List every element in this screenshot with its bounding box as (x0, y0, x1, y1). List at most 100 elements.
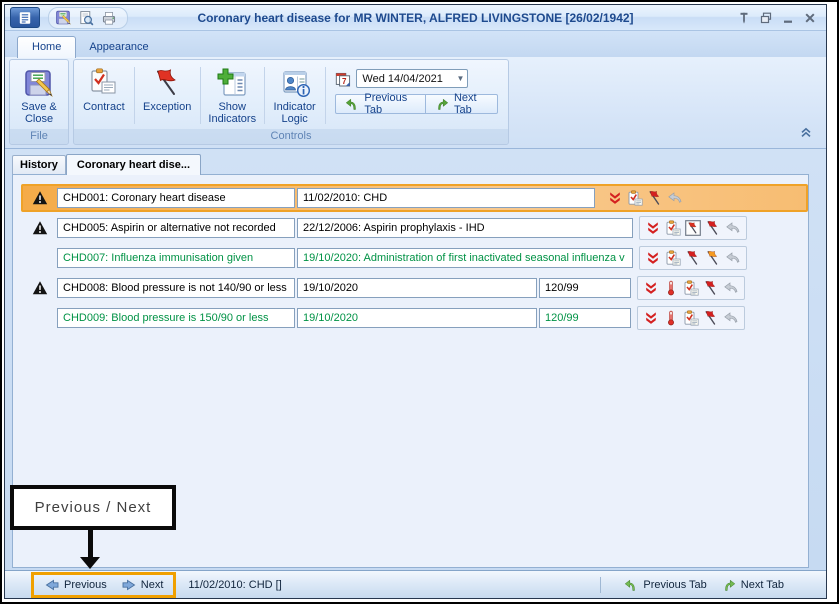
expand-chevrons-icon[interactable] (607, 190, 623, 206)
next-tab-button[interactable]: Next Tab (425, 94, 498, 114)
annotation-arrow (88, 530, 93, 558)
copy-notes-icon[interactable] (683, 310, 699, 326)
tab-history[interactable]: History (12, 155, 66, 174)
window-title: Coronary heart disease for MR WINTER, AL… (125, 11, 706, 25)
indicator-logic-label: Indicator Logic (268, 101, 322, 125)
expand-chevrons-icon[interactable] (645, 220, 661, 236)
group-separator (134, 67, 135, 124)
thermometer-icon[interactable] (663, 280, 679, 296)
previous-tab-label: Previous Tab (643, 579, 706, 591)
copy-notes-icon[interactable] (683, 280, 699, 296)
history-arrow-icon[interactable] (725, 250, 741, 266)
history-arrow-icon[interactable] (725, 220, 741, 236)
next-button[interactable]: Next (121, 577, 164, 593)
indicator-value-field[interactable]: 120/99 (539, 308, 631, 328)
indicator-code-field[interactable]: CHD005: Aspirin or alternative not recor… (57, 218, 295, 238)
indicator-code-field[interactable]: CHD001: Coronary heart disease (57, 188, 295, 208)
indicator-logic-button[interactable]: Indicator Logic (267, 62, 323, 129)
indicator-row-chd007[interactable]: CHD007: Influenza immunisation given 19/… (21, 244, 808, 272)
indicator-row-chd009[interactable]: CHD009: Blood pressure is 150/90 or less… (21, 304, 808, 332)
indicator-code-field[interactable]: CHD007: Influenza immunisation given (57, 248, 295, 268)
date-picker-value: Wed 14/04/2021 (362, 73, 443, 85)
pin-icon (736, 10, 752, 26)
contract-button[interactable]: Contract (76, 62, 132, 129)
flag-red-icon[interactable] (685, 250, 701, 266)
app-menu-icon (17, 10, 33, 26)
previous-tab-arrow-icon (623, 577, 639, 593)
indicator-status-field[interactable]: 19/10/2020: Administration of first inac… (297, 248, 633, 268)
date-picker[interactable]: Wed 14/04/2021 ▼ (356, 69, 468, 88)
close-button[interactable] (802, 10, 817, 25)
copy-notes-icon[interactable] (627, 190, 643, 206)
indicator-status-field[interactable]: 11/02/2010: CHD (297, 188, 595, 208)
contract-label: Contract (83, 101, 125, 113)
minimize-button[interactable] (780, 10, 795, 25)
flag-red-icon[interactable] (705, 220, 721, 236)
history-arrow-icon[interactable] (723, 280, 739, 296)
quick-access-toolbar (48, 7, 128, 29)
indicator-status-field[interactable]: 22/12/2006: Aspirin prophylaxis - IHD (297, 218, 633, 238)
show-indicators-icon (216, 67, 248, 99)
exception-button[interactable]: Exception (137, 62, 198, 129)
window-controls (736, 10, 817, 25)
current-item-status: 11/02/2010: CHD [] (188, 579, 281, 591)
save-button[interactable] (53, 9, 73, 27)
warning-icon (32, 190, 48, 206)
previous-label: Previous (64, 579, 107, 591)
indicator-row-chd001[interactable]: CHD001: Coronary heart disease 11/02/201… (21, 184, 808, 212)
history-arrow-icon[interactable] (667, 190, 683, 206)
flag-red-icon[interactable] (703, 280, 719, 296)
row-action-icons (639, 216, 747, 240)
dropdown-arrow-icon[interactable]: ▼ (456, 74, 464, 83)
next-tab-button-status[interactable]: Next Tab (721, 577, 784, 593)
minimize-icon (780, 10, 796, 26)
ribbon-tab-appearance[interactable]: Appearance (76, 37, 161, 57)
show-indicators-button[interactable]: Show Indicators (203, 62, 262, 129)
pin-button[interactable] (736, 10, 751, 25)
print-preview-button[interactable] (76, 9, 96, 27)
indicator-status-field[interactable]: 19/10/2020 (297, 308, 537, 328)
flag-orange-icon[interactable] (705, 250, 721, 266)
print-button[interactable] (99, 9, 119, 27)
indicator-row-chd005[interactable]: CHD005: Aspirin or alternative not recor… (21, 214, 808, 242)
ribbon-tab-bar: Home Appearance (5, 31, 826, 57)
history-arrow-icon[interactable] (723, 310, 739, 326)
expand-chevrons-icon[interactable] (643, 280, 659, 296)
exception-label: Exception (143, 101, 191, 113)
tab-coronary-heart-disease[interactable]: Coronary heart dise... (66, 154, 201, 175)
next-arrow-icon (121, 577, 137, 593)
ribbon-tab-home[interactable]: Home (17, 36, 76, 58)
flag-framed-icon[interactable] (685, 220, 701, 236)
expand-chevrons-icon[interactable] (643, 310, 659, 326)
indicator-value-field[interactable]: 120/99 (539, 278, 631, 298)
indicator-code-field[interactable]: CHD009: Blood pressure is 150/90 or less (57, 308, 295, 328)
warning-icon (32, 220, 48, 236)
indicator-logic-icon (279, 67, 311, 99)
save-close-button[interactable]: Save & Close (12, 62, 66, 129)
previous-arrow-icon (44, 577, 60, 593)
next-tab-arrow-icon (721, 577, 737, 593)
indicator-code-field[interactable]: CHD008: Blood pressure is not 140/90 or … (57, 278, 295, 298)
collapse-ribbon-button[interactable] (798, 124, 814, 143)
expand-chevrons-icon[interactable] (645, 250, 661, 266)
status-separator (600, 577, 601, 593)
indicator-row-chd008[interactable]: CHD008: Blood pressure is not 140/90 or … (21, 274, 808, 302)
row-action-icons (639, 246, 747, 270)
print-preview-icon (78, 10, 94, 26)
app-menu-button[interactable] (10, 7, 40, 28)
copy-notes-icon[interactable] (665, 250, 681, 266)
content-tab-bar: History Coronary heart dise... (12, 152, 809, 174)
flag-red-icon[interactable] (703, 310, 719, 326)
previous-tab-button[interactable]: Previous Tab (335, 94, 426, 114)
previous-button[interactable]: Previous (44, 577, 107, 593)
thermometer-icon[interactable] (663, 310, 679, 326)
controls-group-label: Controls (74, 129, 508, 144)
previous-tab-button-status[interactable]: Previous Tab (623, 577, 706, 593)
flag-red-icon[interactable] (647, 190, 663, 206)
group-separator (325, 67, 326, 124)
copy-notes-icon[interactable] (665, 220, 681, 236)
close-icon (802, 10, 818, 26)
exception-flag-icon (151, 67, 183, 99)
indicator-status-field[interactable]: 19/10/2020 (297, 278, 537, 298)
restore-button[interactable] (758, 10, 773, 25)
